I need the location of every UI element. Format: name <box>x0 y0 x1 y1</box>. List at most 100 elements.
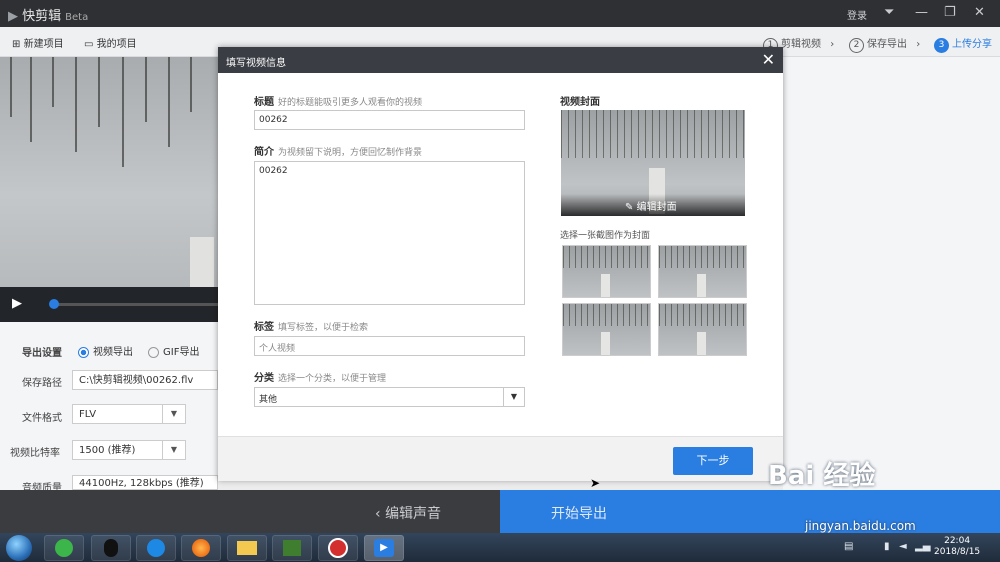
menu-icon[interactable]: ⏷ <box>884 5 894 20</box>
playback-bar: ▶ <box>0 287 218 322</box>
tower-image <box>190 237 214 287</box>
mouse-cursor-icon: ➤ <box>590 476 601 490</box>
step-number: 2 <box>849 38 864 53</box>
title-label-text: 标题 <box>254 97 274 108</box>
export-settings-panel: 导出设置 视频导出 GIF导出 保存路径 C:\快剪辑视频\00262.flv … <box>0 322 218 494</box>
start-export-button[interactable]: 开始导出 <box>500 490 1000 533</box>
dropdown-arrow-icon: ▼ <box>162 405 185 423</box>
intro-field-label: 简介 为视频留下说明，方便回忆制作背景 <box>254 143 422 158</box>
clock-date: 2018/8/15 <box>934 547 981 557</box>
edit-cover-button[interactable]: ✎ 编辑封面 <box>625 198 677 213</box>
tags-input[interactable]: 个人视频 <box>254 336 525 356</box>
save-path-field[interactable]: C:\快剪辑视频\00262.flv <box>72 370 218 390</box>
pencil-icon: ✎ <box>625 202 634 213</box>
cover-thumbnail[interactable] <box>562 303 651 356</box>
beta-badge: Beta <box>65 12 89 23</box>
close-icon[interactable]: ✕ <box>762 50 775 69</box>
speaker-icon[interactable]: ◄ <box>899 541 907 552</box>
app-name: 快剪辑 <box>22 9 62 24</box>
right-panel-background <box>783 57 1000 490</box>
category-field-label: 分类 选择一个分类，以便于管理 <box>254 369 386 384</box>
progress-track[interactable] <box>52 303 218 306</box>
step-upload-share[interactable]: 3 上传分享 <box>934 35 992 53</box>
file-explorer-icon[interactable] <box>227 535 267 561</box>
intro-textarea[interactable]: 00262 <box>254 161 525 305</box>
category-select[interactable]: 其他 ▼ <box>254 387 525 407</box>
play-logo-icon: ▶ <box>8 9 18 24</box>
video-preview <box>0 57 218 287</box>
record-icon[interactable] <box>318 535 358 561</box>
title-input[interactable]: 00262 <box>254 110 525 130</box>
next-step-button[interactable]: 下一步 <box>673 447 753 475</box>
choose-cover-hint: 选择一张截图作为封面 <box>560 231 651 241</box>
start-export-label: 开始导出 <box>551 506 607 522</box>
windows-taskbar: ▶ ▤ ▮ ◄ ▂▄ 22:04 2018/8/15 <box>0 533 1000 562</box>
audio-quality-select[interactable]: 44100Hz, 128kbps (推荐) <box>72 475 218 490</box>
tags-hint: 填写标签，以便于检索 <box>278 323 369 333</box>
tags-label-text: 标签 <box>254 322 274 333</box>
category-hint: 选择一个分类，以便于管理 <box>278 374 387 384</box>
firefox-icon[interactable] <box>181 535 221 561</box>
close-window-icon[interactable]: ✕ <box>974 5 985 20</box>
dropdown-arrow-icon: ▼ <box>162 441 185 459</box>
qq-icon[interactable] <box>91 535 131 561</box>
export-settings-label: 导出设置 <box>22 348 62 359</box>
app-logo: ▶ 快剪辑 Beta <box>8 5 88 24</box>
kuaijianji-taskbar-icon[interactable]: ▶ <box>364 535 404 561</box>
file-format-select[interactable]: FLV ▼ <box>72 404 186 424</box>
new-project-button[interactable]: ⊞ 新建项目 <box>12 35 64 50</box>
gif-export-label: GIF导出 <box>163 347 200 358</box>
baidu-watermark-url: jingyan.baidu.com <box>805 519 916 533</box>
title-bar: ▶ 快剪辑 Beta 登录 ⏷ — ❐ ✕ <box>0 0 1000 27</box>
step-number: 3 <box>934 38 949 53</box>
category-label-text: 分类 <box>254 373 274 384</box>
play-icon[interactable]: ▶ <box>12 296 22 311</box>
restore-icon[interactable]: ❐ <box>944 5 956 20</box>
media-player-icon[interactable] <box>136 535 176 561</box>
keyboard-icon[interactable]: ▤ <box>844 541 853 552</box>
radio-empty-icon <box>148 346 159 358</box>
bitrate-select[interactable]: 1500 (推荐) ▼ <box>72 440 186 460</box>
minimize-icon[interactable]: — <box>915 5 928 20</box>
title-hint: 好的标题能吸引更多人观看你的视频 <box>278 98 423 108</box>
intro-hint: 为视频留下说明，方便回忆制作背景 <box>278 148 423 158</box>
edit-audio-button[interactable]: ‹ 编辑声音 <box>375 503 441 523</box>
dialog-title: 填写视频信息 <box>226 58 286 69</box>
dialog-header: 填写视频信息 ✕ <box>218 47 783 73</box>
start-button-icon[interactable] <box>6 535 32 561</box>
my-projects-button[interactable]: ▭ 我的项目 <box>84 35 137 50</box>
chevron-right-icon: › <box>830 39 835 50</box>
dropdown-arrow-icon: ▼ <box>503 388 524 406</box>
title-field-label: 标题 好的标题能吸引更多人观看你的视频 <box>254 93 422 108</box>
network-icon[interactable]: ▂▄ <box>915 541 930 552</box>
plus-square-icon: ⊞ <box>12 39 21 50</box>
step-save-export[interactable]: 2 保存导出 › <box>849 35 920 53</box>
video-export-radio[interactable]: 视频导出 <box>78 343 133 358</box>
cover-preview[interactable]: ✎ 编辑封面 <box>561 110 745 216</box>
cover-thumbnail[interactable] <box>658 303 747 356</box>
file-format-value: FLV <box>79 409 97 420</box>
video-export-label: 视频导出 <box>93 347 133 358</box>
battery-icon[interactable]: ▮ <box>884 541 890 552</box>
chevron-left-icon: ‹ <box>375 506 381 522</box>
intro-label-text: 简介 <box>254 147 274 158</box>
step-label: 剪辑视频 <box>781 39 821 50</box>
step-label: 上传分享 <box>952 39 992 50</box>
gif-export-radio[interactable]: GIF导出 <box>148 343 199 358</box>
login-link[interactable]: 登录 <box>847 7 867 22</box>
edit-audio-label: 编辑声音 <box>385 506 442 522</box>
clock-time: 22:04 <box>944 536 971 546</box>
progress-knob[interactable] <box>49 299 59 309</box>
new-project-label: 新建项目 <box>23 39 64 50</box>
cover-thumbnail[interactable] <box>562 245 651 298</box>
my-projects-label: 我的项目 <box>96 39 137 50</box>
edit-cover-label: 编辑封面 <box>636 202 677 213</box>
bitrate-value: 1500 (推荐) <box>79 445 136 456</box>
category-value: 其他 <box>259 395 278 405</box>
app-icon[interactable] <box>272 535 312 561</box>
video-info-dialog: 填写视频信息 ✕ 标题 好的标题能吸引更多人观看你的视频 00262 简介 为视频留… <box>218 47 783 481</box>
cover-thumbnail[interactable] <box>658 245 747 298</box>
save-path-label: 保存路径 <box>22 378 62 389</box>
clock[interactable]: 22:04 2018/8/15 <box>934 536 980 558</box>
browser-360-icon[interactable] <box>44 535 84 561</box>
